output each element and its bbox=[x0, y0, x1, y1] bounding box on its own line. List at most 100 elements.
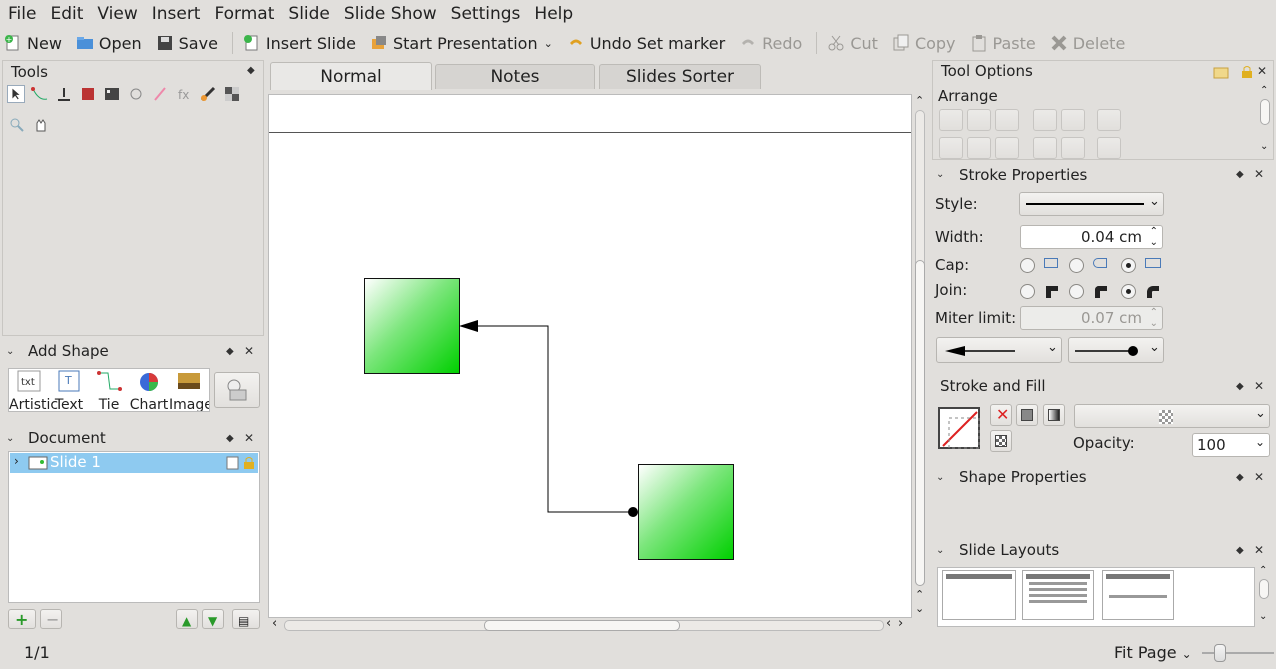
move-up-button[interactable]: ▲ bbox=[176, 609, 198, 629]
stroke-fill-swatch[interactable] bbox=[937, 406, 985, 452]
save-button[interactable]: Save bbox=[156, 34, 218, 53]
join-bevel-radio[interactable] bbox=[1121, 284, 1136, 299]
layout-title-only[interactable] bbox=[942, 570, 1016, 620]
shape-collection-button[interactable] bbox=[214, 372, 260, 408]
calligraphy-tool-icon[interactable] bbox=[55, 85, 73, 103]
scroll-right-icon[interactable]: ‹ bbox=[886, 616, 891, 631]
join-round-radio[interactable] bbox=[1069, 284, 1084, 299]
shape-item-image[interactable]: Image bbox=[169, 369, 209, 411]
menu-slide[interactable]: Slide bbox=[288, 4, 330, 24]
new-folder-icon[interactable] bbox=[1213, 65, 1229, 79]
paste-button[interactable]: Paste bbox=[970, 34, 1036, 53]
layouts-scrollbar[interactable]: ⌃ ⌄ bbox=[1258, 565, 1270, 627]
align-left-button[interactable] bbox=[939, 109, 963, 131]
solid-fill-button[interactable] bbox=[1016, 404, 1038, 426]
raise-button[interactable] bbox=[1033, 109, 1057, 131]
zoom-tool-icon[interactable] bbox=[9, 117, 25, 133]
dock-float-icon[interactable]: ◆ bbox=[226, 433, 234, 444]
collapse-icon[interactable]: ⌄ bbox=[936, 472, 944, 483]
expand-arrow-icon[interactable]: › bbox=[14, 454, 19, 468]
menu-edit[interactable]: Edit bbox=[50, 4, 83, 24]
dock-float-icon[interactable]: ◆ bbox=[1236, 381, 1244, 392]
zoom-select[interactable]: Fit Page ⌄ bbox=[1114, 643, 1192, 662]
align-bottom-button[interactable] bbox=[995, 137, 1019, 159]
connector-tool-icon[interactable] bbox=[127, 85, 145, 103]
menu-file[interactable]: File bbox=[8, 4, 36, 24]
shape-rect-bottom-right[interactable] bbox=[638, 464, 734, 560]
menu-format[interactable]: Format bbox=[214, 4, 274, 24]
insert-slide-button[interactable]: Insert Slide bbox=[243, 34, 356, 53]
new-button[interactable]: + New bbox=[4, 34, 62, 53]
menu-insert[interactable]: Insert bbox=[152, 4, 201, 24]
cap-square-radio[interactable] bbox=[1121, 258, 1136, 273]
chevron-down-icon[interactable]: ⌄ bbox=[544, 37, 553, 50]
close-icon[interactable]: ✕ bbox=[1257, 64, 1267, 78]
pattern-tool-icon[interactable] bbox=[103, 85, 121, 103]
dock-float-icon[interactable]: ◆ bbox=[1236, 545, 1244, 556]
scroll-left-icon[interactable]: ‹ bbox=[272, 616, 277, 631]
formula-tool-icon[interactable]: fx bbox=[175, 85, 193, 103]
align-right-button[interactable] bbox=[995, 109, 1019, 131]
scroll-thumb[interactable] bbox=[1259, 579, 1269, 599]
layout-title-text[interactable] bbox=[1102, 570, 1174, 620]
collapse-icon[interactable]: ⌄ bbox=[6, 433, 14, 444]
scroll-right-icon-2[interactable]: › bbox=[898, 616, 903, 631]
cap-butt-radio[interactable] bbox=[1020, 258, 1035, 273]
zoom-slider-track[interactable] bbox=[1202, 652, 1274, 654]
lock-icon[interactable] bbox=[243, 456, 255, 470]
canvas-area[interactable] bbox=[268, 94, 912, 618]
shape-item-artistic[interactable]: txt Artistic bbox=[9, 369, 58, 411]
close-icon[interactable]: ✕ bbox=[1254, 543, 1264, 557]
menu-settings[interactable]: Settings bbox=[451, 4, 521, 24]
scroll-down-icon[interactable]: ⌄ bbox=[1259, 611, 1267, 622]
move-down-button[interactable]: ▼ bbox=[202, 609, 224, 629]
opacity-select[interactable]: 100 ⌄ bbox=[1192, 433, 1270, 457]
miter-limit-spinbox[interactable]: 0.07 cm ⌃ ⌄ bbox=[1020, 306, 1163, 330]
scroll-down-icon[interactable]: ⌄ bbox=[1260, 141, 1268, 152]
tab-normal[interactable]: Normal bbox=[270, 62, 432, 90]
scroll-thumb[interactable] bbox=[1260, 99, 1270, 125]
start-presentation-button[interactable]: Start Presentation ⌄ bbox=[370, 34, 553, 53]
tool-options-scrollbar[interactable]: ⌃ ⌄ bbox=[1259, 85, 1271, 157]
zoom-slider-handle[interactable] bbox=[1214, 644, 1226, 662]
layout-title-bullets[interactable] bbox=[1022, 570, 1094, 620]
start-marker-select[interactable]: ⌄ bbox=[936, 337, 1062, 363]
menu-slide-show[interactable]: Slide Show bbox=[344, 4, 437, 24]
close-icon[interactable]: ✕ bbox=[244, 344, 254, 358]
open-button[interactable]: Open bbox=[76, 34, 142, 53]
align-center-button[interactable] bbox=[967, 109, 991, 131]
pen-tool-icon[interactable] bbox=[151, 85, 169, 103]
close-icon[interactable]: ✕ bbox=[1254, 379, 1264, 393]
shape-item-tie[interactable]: Tie bbox=[89, 369, 129, 411]
collapse-icon[interactable]: ⌄ bbox=[936, 169, 944, 180]
dock-float-icon[interactable]: ◆ bbox=[1236, 169, 1244, 180]
end-marker-select[interactable]: ⌄ bbox=[1068, 337, 1164, 363]
dock-float-icon[interactable]: ◆ bbox=[1236, 472, 1244, 483]
shape-rect-top-left[interactable] bbox=[364, 278, 460, 374]
tab-notes[interactable]: Notes bbox=[435, 64, 595, 89]
stroke-style-select[interactable]: ⌄ bbox=[1019, 192, 1164, 216]
pan-tool-icon[interactable] bbox=[33, 117, 49, 133]
dock-float-icon[interactable]: ◆ bbox=[226, 346, 234, 357]
scroll-thumb[interactable] bbox=[484, 620, 680, 631]
delete-button[interactable]: Delete bbox=[1050, 34, 1125, 53]
align-top-button[interactable] bbox=[939, 137, 963, 159]
send-back-button[interactable] bbox=[1061, 137, 1085, 159]
scroll-down-icon[interactable]: ⌃ bbox=[915, 588, 924, 601]
close-icon[interactable]: ✕ bbox=[244, 431, 254, 445]
spin-arrows-icon[interactable]: ⌃ ⌄ bbox=[1150, 226, 1158, 248]
dock-float-icon[interactable]: ◆ bbox=[247, 65, 255, 76]
note-icon[interactable] bbox=[226, 456, 240, 470]
no-fill-button[interactable]: ✕ bbox=[990, 404, 1012, 426]
horizontal-scrollbar[interactable]: ‹ ‹ › bbox=[268, 616, 912, 634]
menu-view[interactable]: View bbox=[97, 4, 137, 24]
checker-tool-icon[interactable] bbox=[223, 85, 241, 103]
brush-tool-icon[interactable] bbox=[199, 85, 217, 103]
tab-slides-sorter[interactable]: Slides Sorter bbox=[599, 64, 761, 89]
redo-button[interactable]: Redo bbox=[739, 34, 802, 53]
bring-front-button[interactable] bbox=[1033, 137, 1057, 159]
collapse-icon[interactable]: ⌄ bbox=[6, 346, 14, 357]
view-mode-button[interactable]: ▤ bbox=[232, 609, 260, 629]
scroll-up-icon[interactable]: ⌃ bbox=[915, 94, 924, 107]
join-miter-radio[interactable] bbox=[1020, 284, 1035, 299]
